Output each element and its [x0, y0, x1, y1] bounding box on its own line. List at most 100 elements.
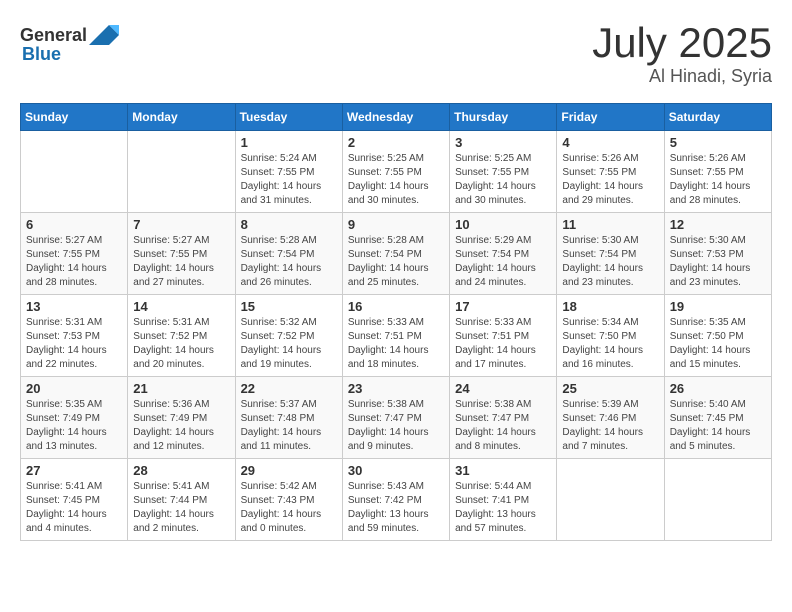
- calendar-cell: 18 Sunrise: 5:34 AMSunset: 7:50 PMDayligh…: [557, 295, 664, 377]
- day-number: 26: [670, 381, 766, 396]
- day-number: 28: [133, 463, 229, 478]
- day-info: Sunrise: 5:41 AMSunset: 7:45 PMDaylight:…: [26, 480, 122, 536]
- calendar-cell: 19Sunrise: 5:35 AMSunset: 7:50 PMDayligh…: [664, 295, 771, 377]
- day-info: Sunrise: 5:34 AMSunset: 7:50 PMDaylight:…: [562, 316, 658, 372]
- day-info: Sunrise: 5:38 AMSunset: 7:47 PMDaylight:…: [455, 398, 551, 454]
- calendar-cell: 4 Sunrise: 5:26 AMSunset: 7:55 PMDaylight…: [557, 131, 664, 213]
- calendar-week-row: 27 Sunrise: 5:41 AMSunset: 7:45 PMDayligh…: [21, 459, 772, 541]
- calendar-cell: 21 Sunrise: 5:36 AMSunset: 7:49 PMDayligh…: [128, 377, 235, 459]
- calendar-cell: 11Sunrise: 5:30 AMSunset: 7:54 PMDayligh…: [557, 213, 664, 295]
- day-info: Sunrise: 5:42 AMSunset: 7:43 PMDaylight:…: [241, 480, 337, 536]
- day-info: Sunrise: 5:30 AMSunset: 7:54 PMDaylight:…: [562, 234, 658, 290]
- day-info: Sunrise: 5:26 AMSunset: 7:55 PMDaylight:…: [562, 152, 658, 208]
- calendar-cell: 22 Sunrise: 5:37 AMSunset: 7:48 PMDayligh…: [235, 377, 342, 459]
- title-block: July 2025 Al Hinadi, Syria: [592, 20, 772, 87]
- day-info: Sunrise: 5:44 AMSunset: 7:41 PMDaylight:…: [455, 480, 551, 536]
- day-number: 19: [670, 299, 766, 314]
- day-number: 8: [241, 217, 337, 232]
- day-info: Sunrise: 5:31 AMSunset: 7:52 PMDaylight:…: [133, 316, 229, 372]
- weekday-header: Saturday: [664, 104, 771, 131]
- day-info: Sunrise: 5:27 AMSunset: 7:55 PMDaylight:…: [26, 234, 122, 290]
- day-number: 7: [133, 217, 229, 232]
- day-info: Sunrise: 5:37 AMSunset: 7:48 PMDaylight:…: [241, 398, 337, 454]
- calendar-cell: 26Sunrise: 5:40 AMSunset: 7:45 PMDayligh…: [664, 377, 771, 459]
- day-info: Sunrise: 5:35 AMSunset: 7:49 PMDaylight:…: [26, 398, 122, 454]
- day-number: 4: [562, 135, 658, 150]
- calendar-cell: 15 Sunrise: 5:32 AMSunset: 7:52 PMDayligh…: [235, 295, 342, 377]
- day-info: Sunrise: 5:26 AMSunset: 7:55 PMDaylight:…: [670, 152, 766, 208]
- day-number: 1: [241, 135, 337, 150]
- calendar-cell: 2 Sunrise: 5:25 AMSunset: 7:55 PMDaylight…: [342, 131, 449, 213]
- calendar-cell: [128, 131, 235, 213]
- calendar-cell: 5 Sunrise: 5:26 AMSunset: 7:55 PMDaylight…: [664, 131, 771, 213]
- day-info: Sunrise: 5:36 AMSunset: 7:49 PMDaylight:…: [133, 398, 229, 454]
- day-number: 2: [348, 135, 444, 150]
- weekday-header: Wednesday: [342, 104, 449, 131]
- calendar-cell: 31Sunrise: 5:44 AMSunset: 7:41 PMDayligh…: [450, 459, 557, 541]
- day-number: 27: [26, 463, 122, 478]
- logo-icon: [89, 20, 119, 50]
- day-number: 25: [562, 381, 658, 396]
- calendar-cell: 20 Sunrise: 5:35 AMSunset: 7:49 PMDayligh…: [21, 377, 128, 459]
- calendar-cell: 27 Sunrise: 5:41 AMSunset: 7:45 PMDayligh…: [21, 459, 128, 541]
- weekday-header: Friday: [557, 104, 664, 131]
- day-number: 16: [348, 299, 444, 314]
- calendar-week-row: 20 Sunrise: 5:35 AMSunset: 7:49 PMDayligh…: [21, 377, 772, 459]
- day-number: 3: [455, 135, 551, 150]
- day-number: 24: [455, 381, 551, 396]
- day-info: Sunrise: 5:28 AMSunset: 7:54 PMDaylight:…: [241, 234, 337, 290]
- location-title: Al Hinadi, Syria: [592, 66, 772, 87]
- day-number: 17: [455, 299, 551, 314]
- calendar-cell: 7 Sunrise: 5:27 AMSunset: 7:55 PMDaylight…: [128, 213, 235, 295]
- day-info: Sunrise: 5:33 AMSunset: 7:51 PMDaylight:…: [455, 316, 551, 372]
- day-number: 12: [670, 217, 766, 232]
- day-info: Sunrise: 5:31 AMSunset: 7:53 PMDaylight:…: [26, 316, 122, 372]
- logo-text-general: General: [20, 25, 87, 46]
- calendar-cell: [557, 459, 664, 541]
- page-header: General Blue July 2025 Al Hinadi, Syria: [20, 20, 772, 87]
- calendar-cell: 16 Sunrise: 5:33 AMSunset: 7:51 PMDayligh…: [342, 295, 449, 377]
- day-info: Sunrise: 5:25 AMSunset: 7:55 PMDaylight:…: [348, 152, 444, 208]
- day-number: 6: [26, 217, 122, 232]
- calendar-cell: 14 Sunrise: 5:31 AMSunset: 7:52 PMDayligh…: [128, 295, 235, 377]
- day-info: Sunrise: 5:30 AMSunset: 7:53 PMDaylight:…: [670, 234, 766, 290]
- calendar-cell: 13 Sunrise: 5:31 AMSunset: 7:53 PMDayligh…: [21, 295, 128, 377]
- calendar-table: SundayMondayTuesdayWednesdayThursdayFrid…: [20, 103, 772, 541]
- calendar-cell: [664, 459, 771, 541]
- calendar-week-row: 13 Sunrise: 5:31 AMSunset: 7:53 PMDayligh…: [21, 295, 772, 377]
- day-number: 9: [348, 217, 444, 232]
- day-number: 21: [133, 381, 229, 396]
- calendar-cell: 30Sunrise: 5:43 AMSunset: 7:42 PMDayligh…: [342, 459, 449, 541]
- day-info: Sunrise: 5:39 AMSunset: 7:46 PMDaylight:…: [562, 398, 658, 454]
- weekday-header-row: SundayMondayTuesdayWednesdayThursdayFrid…: [21, 104, 772, 131]
- day-number: 5: [670, 135, 766, 150]
- weekday-header: Tuesday: [235, 104, 342, 131]
- weekday-header: Thursday: [450, 104, 557, 131]
- day-info: Sunrise: 5:41 AMSunset: 7:44 PMDaylight:…: [133, 480, 229, 536]
- calendar-cell: 12 Sunrise: 5:30 AMSunset: 7:53 PMDayligh…: [664, 213, 771, 295]
- day-number: 10: [455, 217, 551, 232]
- calendar-cell: 29 Sunrise: 5:42 AMSunset: 7:43 PMDayligh…: [235, 459, 342, 541]
- day-info: Sunrise: 5:32 AMSunset: 7:52 PMDaylight:…: [241, 316, 337, 372]
- day-number: 18: [562, 299, 658, 314]
- day-number: 15: [241, 299, 337, 314]
- day-number: 20: [26, 381, 122, 396]
- day-number: 13: [26, 299, 122, 314]
- day-info: Sunrise: 5:33 AMSunset: 7:51 PMDaylight:…: [348, 316, 444, 372]
- calendar-cell: 28 Sunrise: 5:41 AMSunset: 7:44 PMDayligh…: [128, 459, 235, 541]
- day-number: 30: [348, 463, 444, 478]
- day-number: 14: [133, 299, 229, 314]
- day-number: 29: [241, 463, 337, 478]
- day-info: Sunrise: 5:28 AMSunset: 7:54 PMDaylight:…: [348, 234, 444, 290]
- logo-text-blue: Blue: [22, 44, 61, 65]
- day-number: 23: [348, 381, 444, 396]
- calendar-week-row: 1 Sunrise: 5:24 AMSunset: 7:55 PMDaylight…: [21, 131, 772, 213]
- calendar-cell: 1 Sunrise: 5:24 AMSunset: 7:55 PMDaylight…: [235, 131, 342, 213]
- day-info: Sunrise: 5:27 AMSunset: 7:55 PMDaylight:…: [133, 234, 229, 290]
- day-info: Sunrise: 5:38 AMSunset: 7:47 PMDaylight:…: [348, 398, 444, 454]
- weekday-header: Sunday: [21, 104, 128, 131]
- calendar-cell: 8 Sunrise: 5:28 AMSunset: 7:54 PMDaylight…: [235, 213, 342, 295]
- day-info: Sunrise: 5:25 AMSunset: 7:55 PMDaylight:…: [455, 152, 551, 208]
- day-number: 22: [241, 381, 337, 396]
- day-info: Sunrise: 5:24 AMSunset: 7:55 PMDaylight:…: [241, 152, 337, 208]
